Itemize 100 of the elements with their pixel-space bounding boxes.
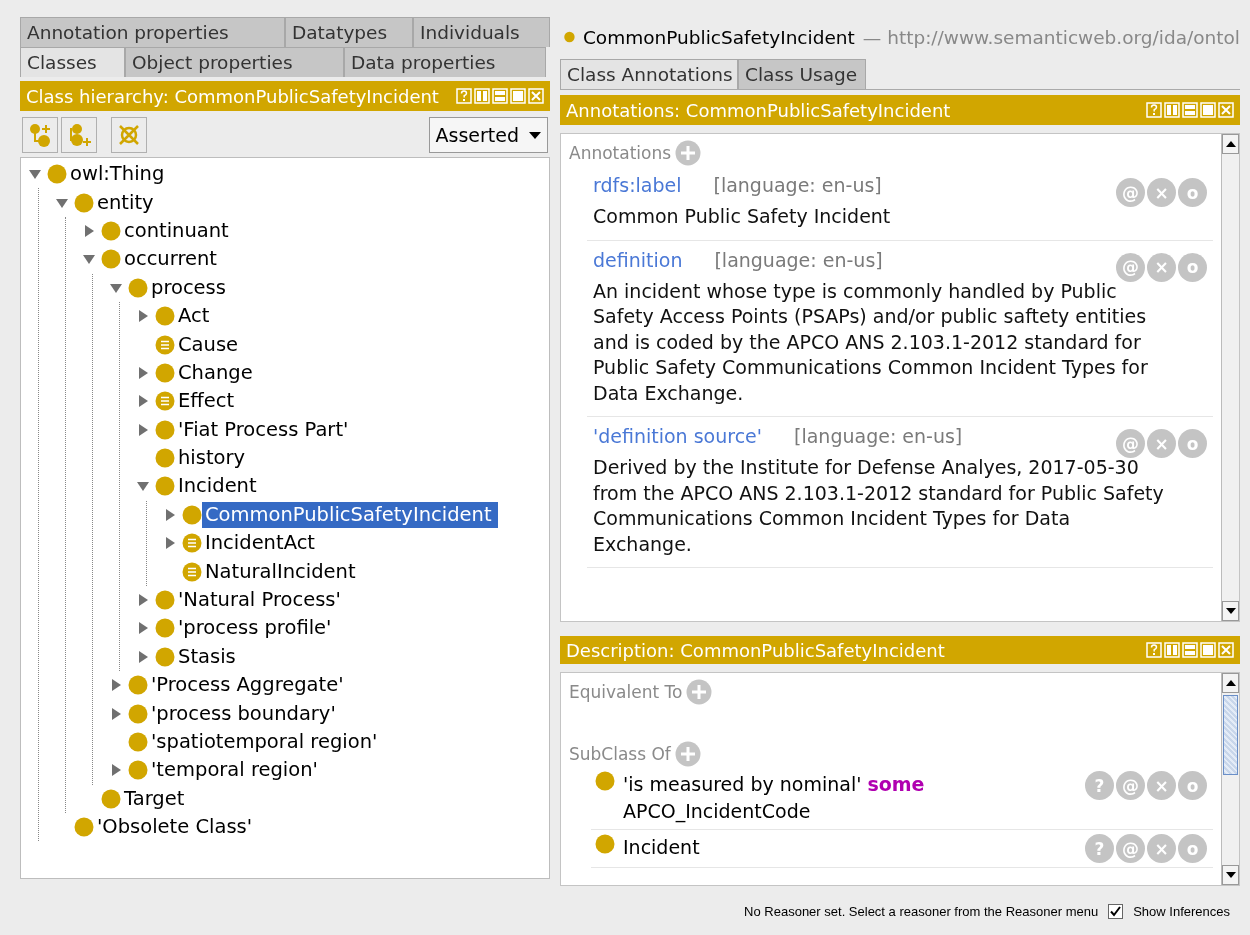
tree-item[interactable]: 'temporal region' bbox=[148, 757, 324, 784]
tree-item[interactable]: 'spatiotemporal region' bbox=[148, 729, 384, 755]
expanded-triangle-icon[interactable] bbox=[29, 168, 41, 181]
rows-icon[interactable] bbox=[1182, 102, 1198, 118]
tree-item[interactable]: process bbox=[148, 274, 232, 301]
tab[interactable]: Classes bbox=[20, 47, 125, 77]
expanded-triangle-icon[interactable] bbox=[137, 480, 149, 493]
scroll-down-button[interactable] bbox=[1222, 601, 1239, 621]
collapsed-triangle-icon[interactable] bbox=[137, 650, 149, 663]
annotation-value: Common Public Safety Incident bbox=[593, 204, 892, 229]
tab[interactable]: Object properties bbox=[125, 47, 344, 77]
section-label: Annotations bbox=[569, 143, 672, 163]
collapsed-triangle-icon[interactable] bbox=[137, 622, 149, 635]
tab[interactable]: Datatypes bbox=[285, 17, 413, 47]
tree-item[interactable]: 'process boundary' bbox=[148, 700, 342, 727]
tree-item[interactable]: 'process profile' bbox=[175, 615, 338, 642]
tree-item[interactable]: entity bbox=[94, 189, 160, 216]
tab[interactable]: Annotation properties bbox=[20, 17, 285, 47]
scroll-up-button[interactable] bbox=[1222, 673, 1239, 693]
scroll-down-button[interactable] bbox=[1222, 865, 1239, 885]
help-icon[interactable] bbox=[1146, 642, 1162, 658]
tree-item[interactable]: Change bbox=[175, 359, 259, 386]
tree-item[interactable]: Effect bbox=[175, 388, 241, 415]
expanded-triangle-icon[interactable] bbox=[83, 253, 95, 266]
tree-item[interactable]: Act bbox=[175, 303, 216, 330]
maximize-icon[interactable] bbox=[1200, 642, 1216, 658]
collapsed-triangle-icon[interactable] bbox=[83, 224, 95, 237]
help-icon[interactable] bbox=[1146, 102, 1162, 118]
status-message: No Reasoner set. Select a reasoner from the Reasoner menu bbox=[744, 904, 1099, 919]
class-icon bbox=[595, 771, 615, 791]
scrollbar[interactable] bbox=[1221, 134, 1239, 621]
scrollbar-thumb[interactable] bbox=[1223, 695, 1238, 775]
section-label: SubClass Of bbox=[569, 744, 671, 764]
columns-icon[interactable] bbox=[1164, 102, 1180, 118]
panel-title: Description: CommonPublicSafetyIncident bbox=[566, 639, 945, 661]
add-subclass-button[interactable] bbox=[22, 117, 58, 153]
language-tag: [language: en-us] bbox=[713, 174, 882, 196]
collapsed-triangle-icon[interactable] bbox=[137, 395, 149, 408]
annotation-value: Derived by the Institute for Defense Analyes, 2017-05-30 from the APCO ANS 2.103.1-2012 standard for Public Safety Communications Common Incident Types for Data Exchange. bbox=[593, 455, 1165, 557]
tree-item[interactable]: occurrent bbox=[121, 246, 223, 273]
tree-item[interactable]: history bbox=[175, 445, 252, 472]
add-icon[interactable] bbox=[674, 741, 701, 767]
tree-item[interactable]: Stasis bbox=[175, 643, 242, 670]
tab[interactable]: Data properties bbox=[344, 47, 546, 77]
close-icon[interactable] bbox=[1218, 102, 1234, 118]
tree-item[interactable]: 'Fiat Process Part' bbox=[175, 416, 355, 443]
annotation-property[interactable]: definition bbox=[593, 248, 683, 271]
tab[interactable]: Class Usage bbox=[738, 59, 866, 89]
close-icon[interactable] bbox=[528, 88, 544, 104]
tree-item[interactable]: NaturalIncident bbox=[202, 558, 362, 585]
language-tag: [language: en-us] bbox=[714, 248, 883, 271]
expanded-triangle-icon[interactable] bbox=[110, 281, 122, 294]
tree-item[interactable]: Target bbox=[121, 785, 191, 812]
scrollbar[interactable] bbox=[1221, 673, 1239, 885]
collapsed-triangle-icon[interactable] bbox=[164, 537, 176, 550]
collapsed-triangle-icon[interactable] bbox=[137, 423, 149, 436]
delete-class-button[interactable] bbox=[111, 117, 147, 153]
maximize-icon[interactable] bbox=[1200, 102, 1216, 118]
section-label: Equivalent To bbox=[569, 682, 683, 702]
columns-icon[interactable] bbox=[1164, 642, 1180, 658]
down-arrow-icon bbox=[1225, 872, 1236, 878]
tree-item[interactable]: owl:Thing bbox=[67, 161, 171, 188]
collapsed-triangle-icon[interactable] bbox=[164, 508, 176, 521]
annotation-property[interactable]: 'definition source' bbox=[593, 425, 762, 447]
panel-title: Class hierarchy: CommonPublicSafetyIncident bbox=[26, 85, 439, 107]
tree-item[interactable]: 'Process Aggregate' bbox=[148, 672, 350, 699]
add-subclass-icon bbox=[27, 122, 53, 148]
checkbox[interactable] bbox=[1108, 904, 1124, 919]
collapsed-triangle-icon[interactable] bbox=[137, 594, 149, 607]
add-sibling-button[interactable] bbox=[61, 117, 97, 153]
caret-icon bbox=[529, 131, 541, 139]
tree-item[interactable]: Incident bbox=[175, 473, 263, 500]
collapsed-triangle-icon[interactable] bbox=[110, 707, 122, 720]
collapsed-triangle-icon[interactable] bbox=[110, 764, 122, 777]
rows-icon[interactable] bbox=[492, 88, 508, 104]
view-mode-dropdown[interactable]: Asserted bbox=[428, 117, 548, 153]
close-icon[interactable] bbox=[1218, 642, 1234, 658]
maximize-icon[interactable] bbox=[510, 88, 526, 104]
tree-item[interactable]: continuant bbox=[121, 217, 235, 244]
up-arrow-icon bbox=[1225, 680, 1236, 686]
tree-item[interactable]: CommonPublicSafetyIncident bbox=[202, 501, 498, 528]
annotation-property[interactable]: rdfs:label bbox=[593, 174, 682, 196]
help-icon[interactable] bbox=[456, 88, 472, 104]
tree-item[interactable]: Cause bbox=[175, 331, 245, 358]
tab[interactable]: Individuals bbox=[413, 17, 550, 47]
class-expression: Incident bbox=[623, 835, 701, 860]
columns-icon[interactable] bbox=[474, 88, 490, 104]
collapsed-triangle-icon[interactable] bbox=[137, 310, 149, 323]
tree-item[interactable]: 'Natural Process' bbox=[175, 587, 347, 614]
add-icon[interactable] bbox=[675, 140, 702, 166]
tab[interactable]: Class Annotations bbox=[560, 59, 738, 89]
rows-icon[interactable] bbox=[1182, 642, 1198, 658]
scroll-up-button[interactable] bbox=[1222, 134, 1239, 154]
collapsed-triangle-icon[interactable] bbox=[110, 679, 122, 692]
expanded-triangle-icon[interactable] bbox=[56, 196, 68, 209]
language-tag: [language: en-us] bbox=[794, 425, 963, 447]
add-icon[interactable] bbox=[686, 679, 713, 705]
tree-item[interactable]: IncidentAct bbox=[202, 530, 321, 557]
tree-item[interactable]: 'Obsolete Class' bbox=[94, 814, 259, 841]
collapsed-triangle-icon[interactable] bbox=[137, 366, 149, 379]
